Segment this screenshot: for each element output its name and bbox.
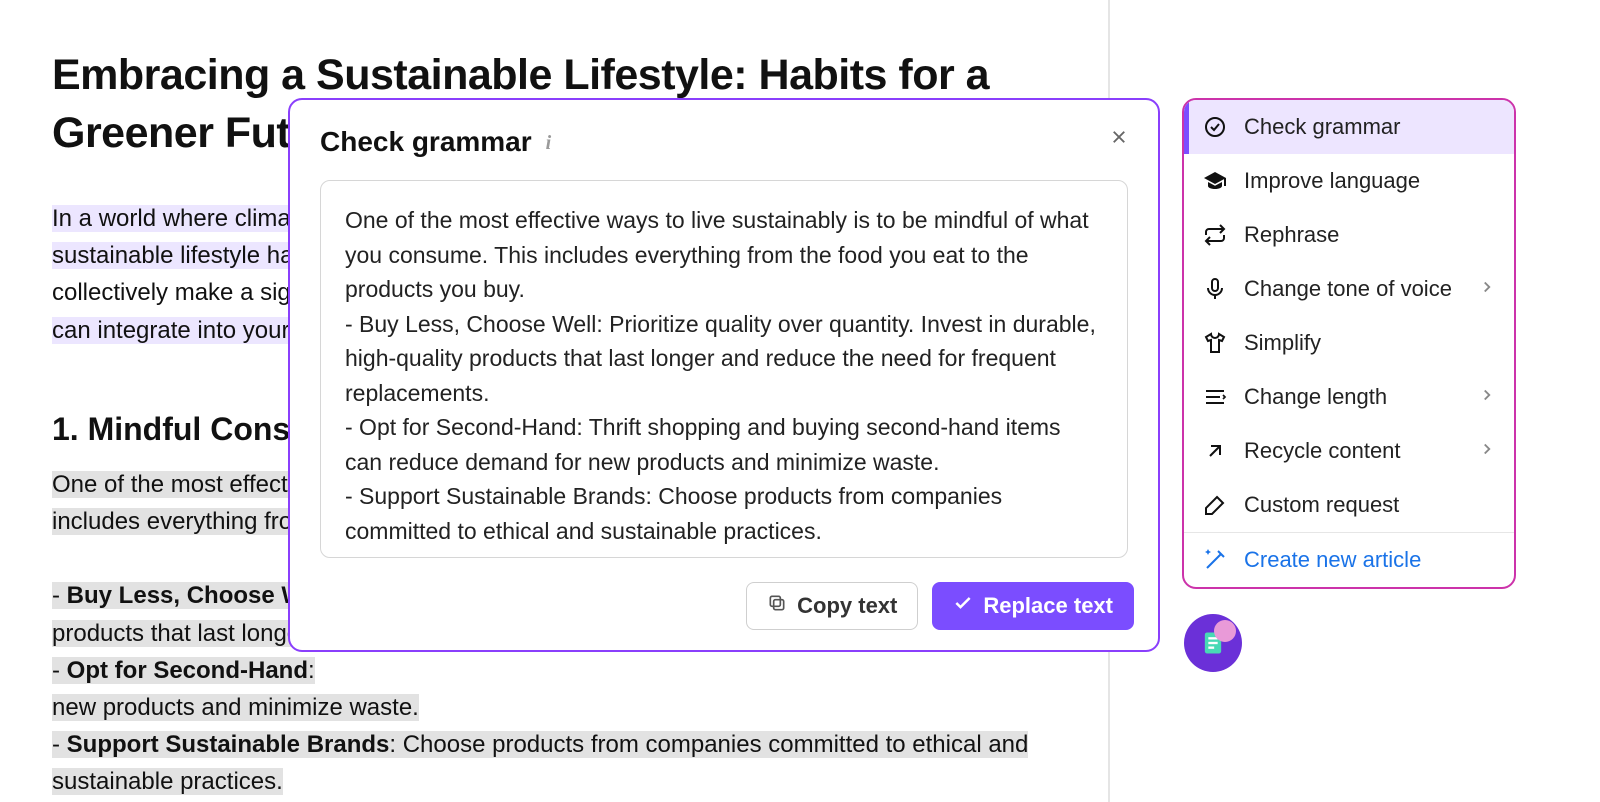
menu-item-label: Change tone of voice: [1244, 276, 1452, 302]
menu-item-label: Simplify: [1244, 330, 1321, 356]
menu-item-label: Check grammar: [1244, 114, 1400, 140]
tshirt-icon: [1202, 330, 1228, 356]
ai-actions-menu: Check grammar Improve language Rephrase …: [1182, 98, 1516, 589]
repeat-icon: [1202, 222, 1228, 248]
menu-item-label: Recycle content: [1244, 438, 1401, 464]
menu-item-label: Change length: [1244, 384, 1387, 410]
menu-item-rephrase[interactable]: Rephrase: [1184, 208, 1514, 262]
copy-text-label: Copy text: [797, 593, 897, 619]
menu-item-label: Rephrase: [1244, 222, 1339, 248]
arrow-up-right-icon: [1202, 438, 1228, 464]
info-icon[interactable]: i: [546, 132, 552, 155]
microphone-icon: [1202, 276, 1228, 302]
menu-item-improve-language[interactable]: Improve language: [1184, 154, 1514, 208]
menu-item-label: Improve language: [1244, 168, 1420, 194]
close-icon[interactable]: [1104, 122, 1134, 152]
grammar-result-popup: Check grammar i One of the most effectiv…: [288, 98, 1160, 652]
check-circle-icon: [1202, 114, 1228, 140]
ai-assistant-fab[interactable]: [1184, 614, 1242, 672]
graduation-cap-icon: [1202, 168, 1228, 194]
check-icon: [953, 593, 973, 619]
menu-item-change-length[interactable]: Change length: [1184, 370, 1514, 424]
menu-item-recycle-content[interactable]: Recycle content: [1184, 424, 1514, 478]
lines-icon: [1202, 384, 1228, 410]
grammar-result-text: One of the most effective ways to live s…: [320, 180, 1128, 558]
copy-text-button[interactable]: Copy text: [746, 582, 918, 630]
copy-icon: [767, 593, 787, 619]
menu-item-custom-request[interactable]: Custom request: [1184, 478, 1514, 532]
menu-item-change-tone[interactable]: Change tone of voice: [1184, 262, 1514, 316]
replace-text-label: Replace text: [983, 593, 1113, 619]
chevron-right-icon: [1478, 276, 1496, 302]
menu-item-create-article[interactable]: Create new article: [1184, 533, 1514, 587]
popup-title: Check grammar: [320, 126, 532, 158]
menu-item-label: Create new article: [1244, 547, 1421, 573]
notification-dot-icon: [1214, 620, 1236, 642]
wand-icon: [1202, 547, 1228, 573]
menu-item-check-grammar[interactable]: Check grammar: [1184, 100, 1514, 154]
chevron-right-icon: [1478, 384, 1496, 410]
chevron-right-icon: [1478, 438, 1496, 464]
menu-item-simplify[interactable]: Simplify: [1184, 316, 1514, 370]
replace-text-button[interactable]: Replace text: [932, 582, 1134, 630]
menu-item-label: Custom request: [1244, 492, 1399, 518]
pencil-icon: [1202, 492, 1228, 518]
